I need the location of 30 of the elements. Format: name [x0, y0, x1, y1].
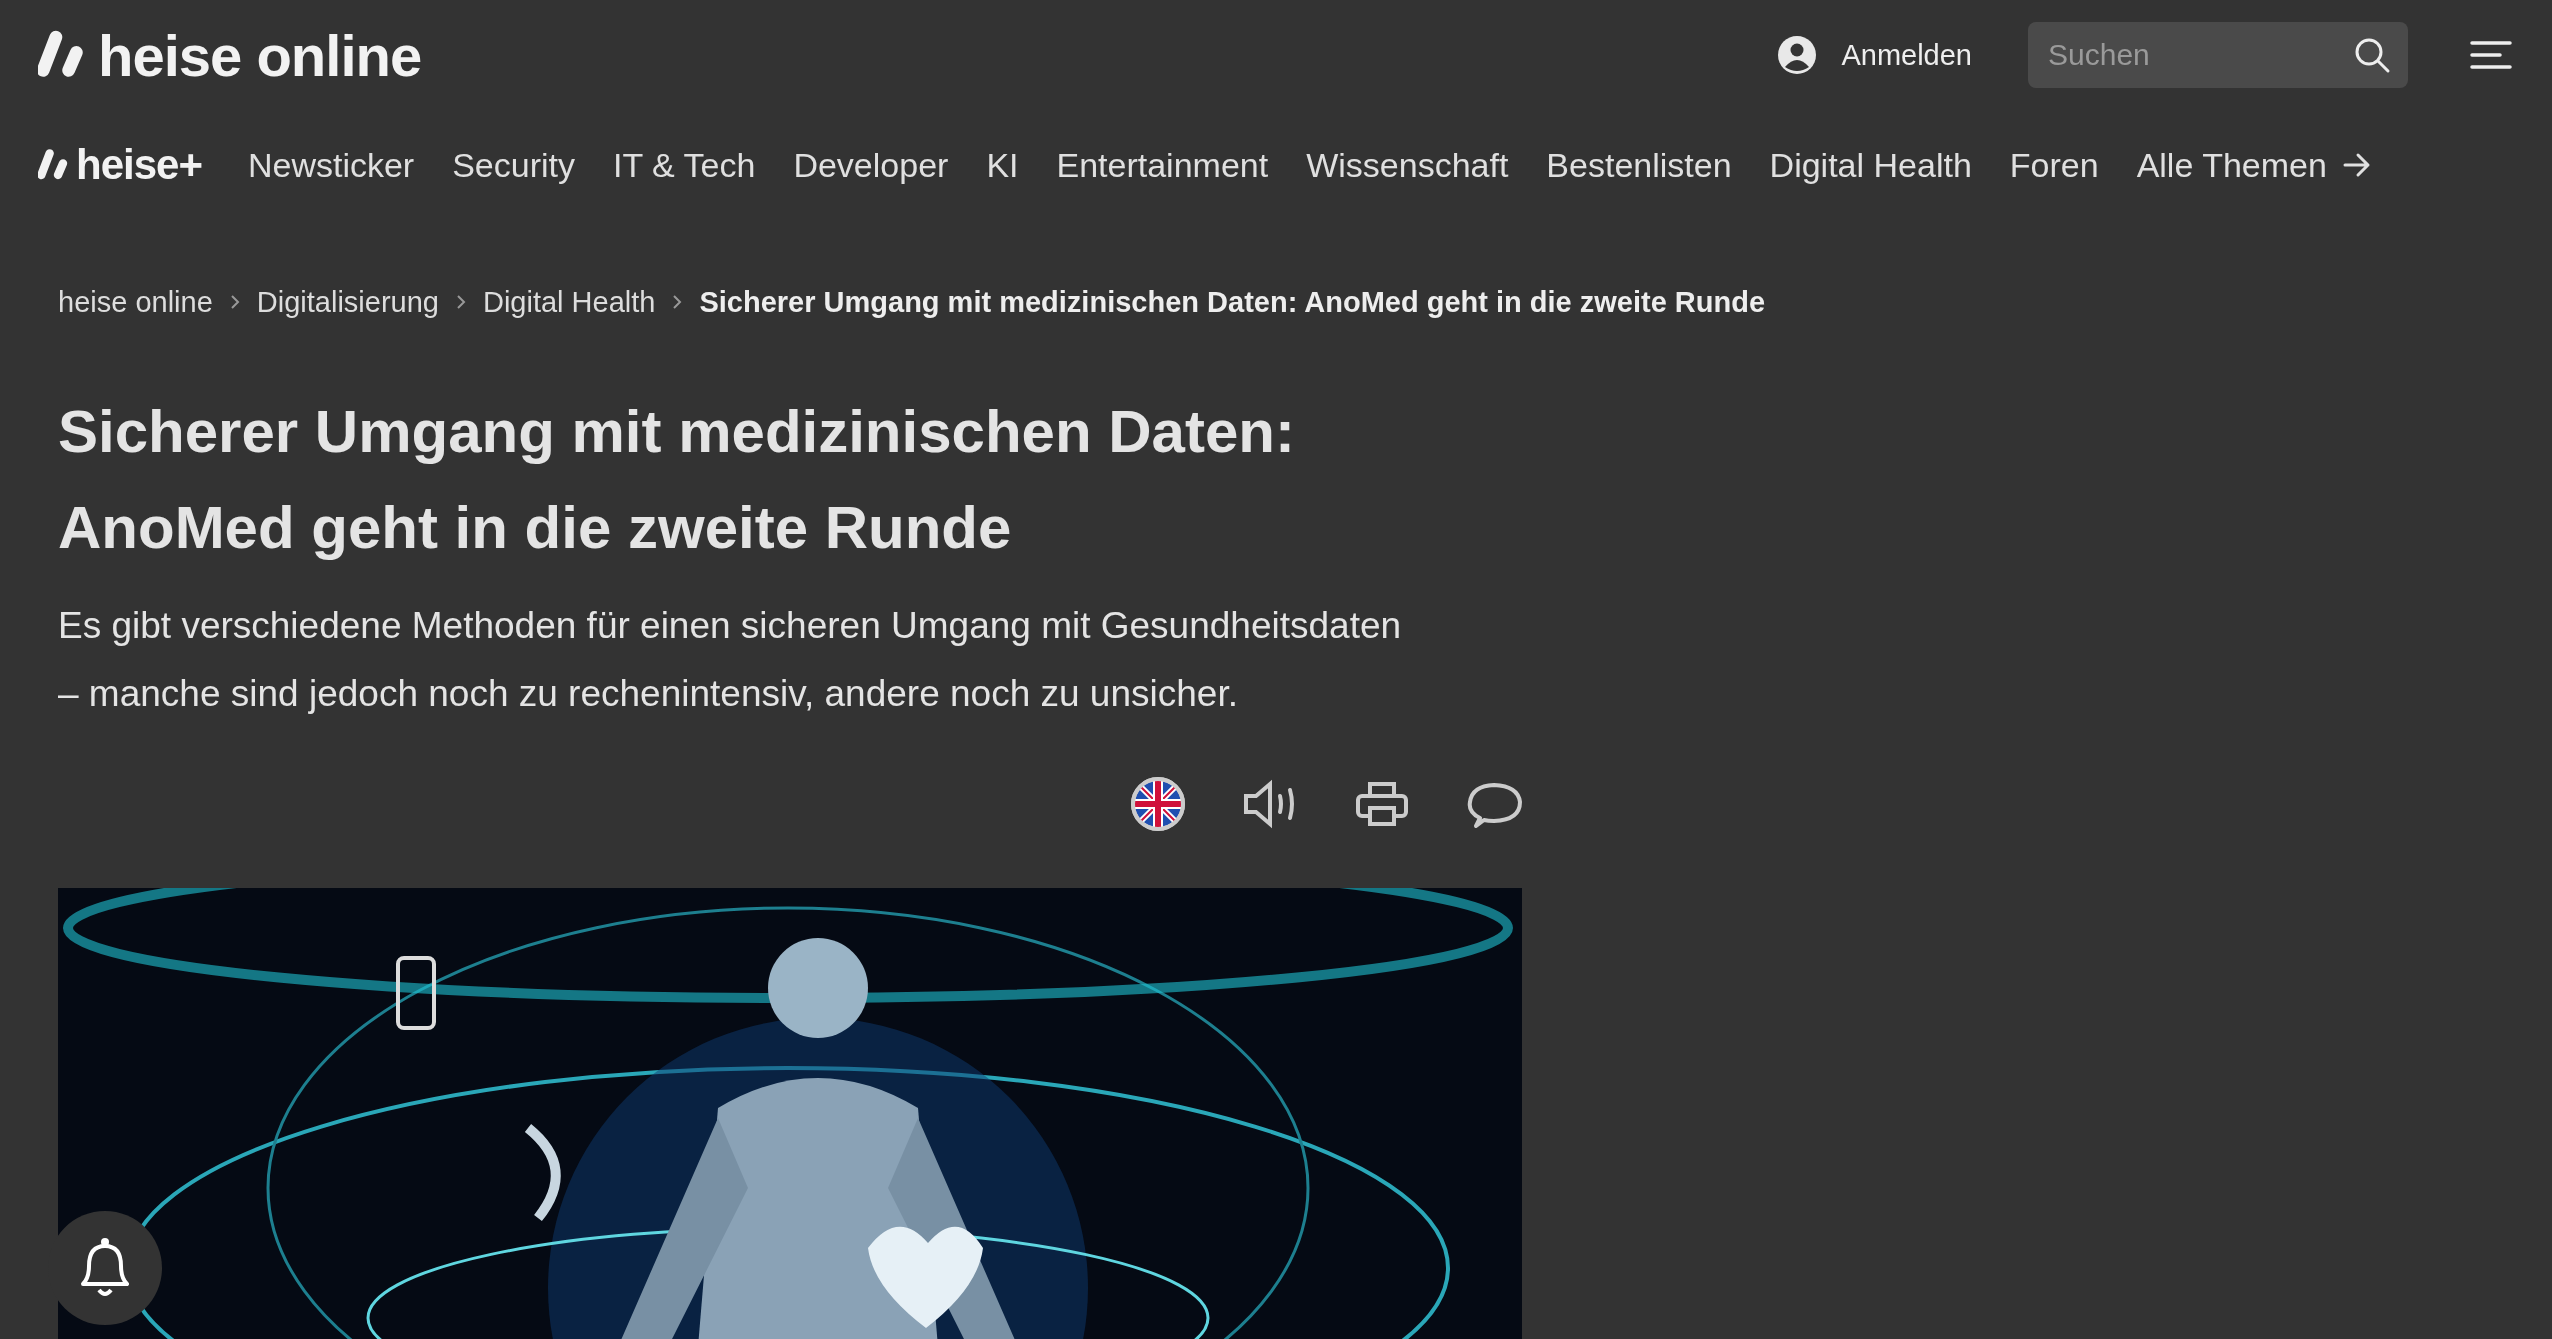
logo-text: heise+: [76, 141, 202, 189]
nav-link[interactable]: IT & Tech: [613, 145, 756, 185]
article-lead: Es gibt verschiedene Methoden für einen sicheren Umgang mit Gesundheitsdaten – manche sind jedoch noch zu rechenintensiv, andere noch zu unsicher.: [58, 604, 1403, 716]
chevron-icon: [228, 293, 241, 311]
search-field[interactable]: Suchen: [2028, 22, 2408, 88]
breadcrumb-link[interactable]: Digitalisierung: [256, 285, 439, 319]
nav-link[interactable]: Digital Health: [1769, 145, 1972, 185]
heise-plus-logo[interactable]: heise+: [38, 141, 202, 189]
nav-link[interactable]: Alle Themen: [2136, 145, 2327, 185]
nav-link[interactable]: Developer: [793, 145, 949, 185]
nav-link[interactable]: Wissenschaft: [1306, 145, 1509, 185]
login-link[interactable]: Anmelden: [1841, 38, 1972, 72]
flag-icon[interactable]: [1130, 776, 1186, 832]
logo[interactable]: heise online: [38, 21, 422, 89]
nav-link[interactable]: KI: [986, 145, 1019, 185]
chevron-icon: [454, 293, 467, 311]
user-icon[interactable]: [1777, 35, 1818, 75]
breadcrumb-link[interactable]: heise online: [58, 285, 213, 319]
chevron-icon: [671, 293, 684, 311]
breadcrumb-link[interactable]: Sicherer Umgang mit medizinischen Daten: AnoMed geht in die zweite Runde: [699, 285, 1766, 319]
nav-link[interactable]: Security: [452, 145, 575, 185]
breadcrumb-link[interactable]: Digital Health: [482, 285, 656, 319]
logo-text: heise online: [98, 21, 422, 89]
nav-link[interactable]: Bestenlisten: [1546, 145, 1732, 185]
article-title: Sicherer Umgang mit medizinischen Daten: AnoMed geht in die zweite Runde: [58, 397, 1296, 563]
nav-link[interactable]: Entertainment: [1056, 145, 1269, 185]
menu-icon[interactable]: [2470, 40, 2512, 70]
arrow-right-icon[interactable]: [2342, 152, 2371, 178]
nav-link[interactable]: Newsticker: [247, 145, 415, 185]
nav-link[interactable]: Foren: [2009, 145, 2099, 185]
